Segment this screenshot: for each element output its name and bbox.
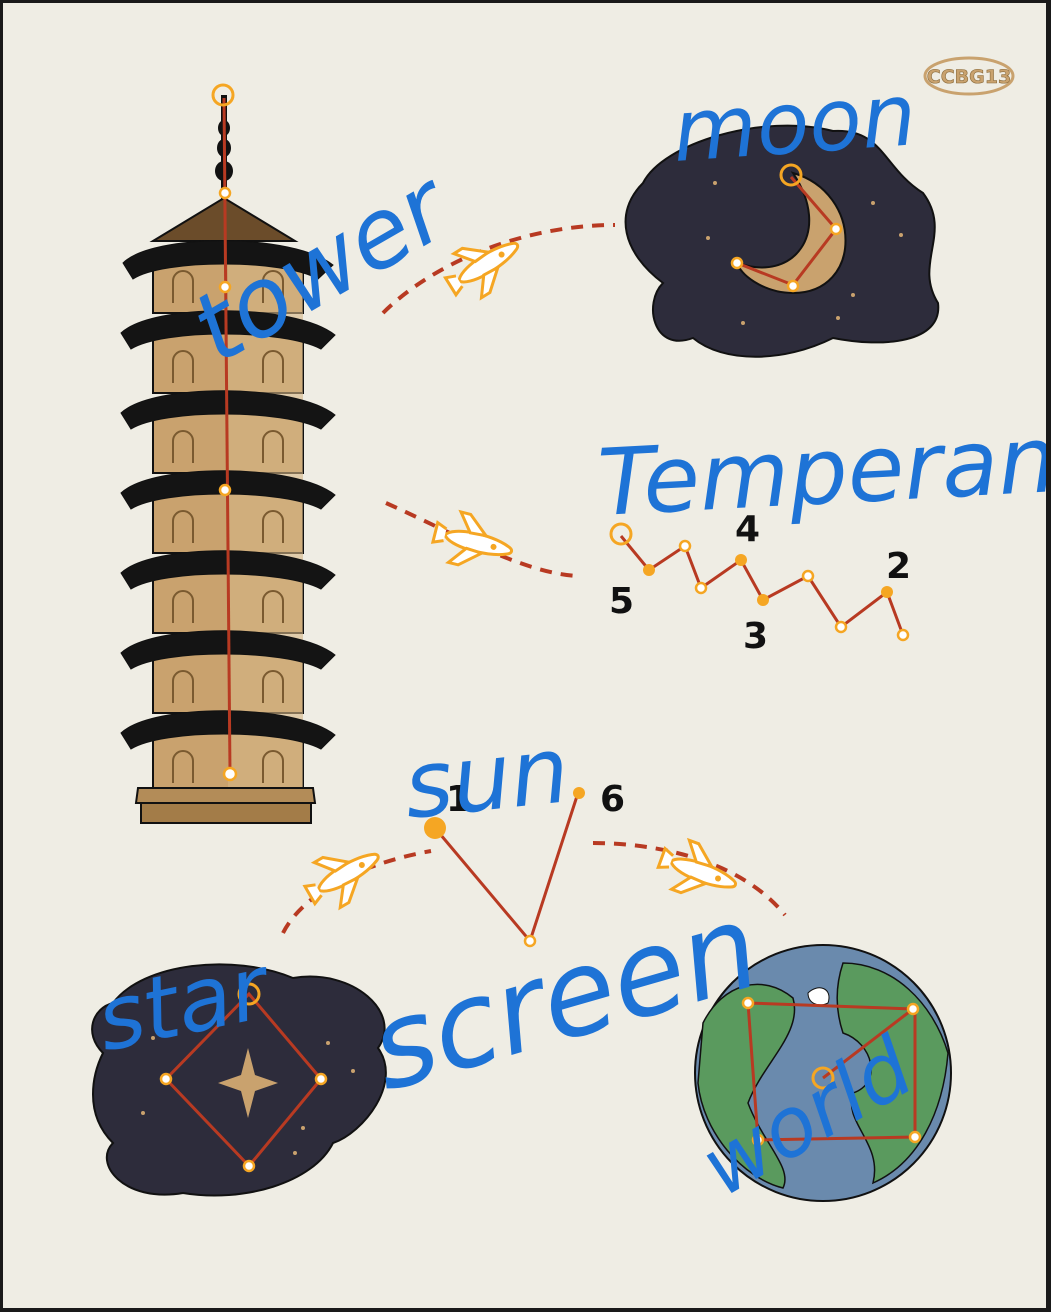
sequence-number-2: 2	[886, 546, 911, 587]
word-tower: tower	[174, 148, 472, 384]
space-shuttle-icon	[295, 831, 393, 920]
game-board: 1 2 3 4 5 6 tower moon Temperance sun st…	[3, 3, 1046, 1308]
word-moon: moon	[669, 65, 919, 182]
svg-text:CCBG13: CCBG13	[927, 66, 1011, 88]
sequence-number-5: 5	[609, 581, 634, 622]
word-temperance: Temperance	[596, 401, 1046, 537]
sequence-number-6: 6	[600, 779, 625, 820]
word-sun: sun	[399, 716, 574, 840]
pagoda-tower-icon	[120, 83, 336, 824]
brand-logo: CCBG13	[923, 56, 1015, 96]
board-illustration: 1 2 3 4 5 6 tower moon Temperance sun st…	[88, 65, 1046, 1215]
space-shuttle-icon	[427, 505, 520, 579]
sequence-number-3: 3	[743, 616, 768, 657]
